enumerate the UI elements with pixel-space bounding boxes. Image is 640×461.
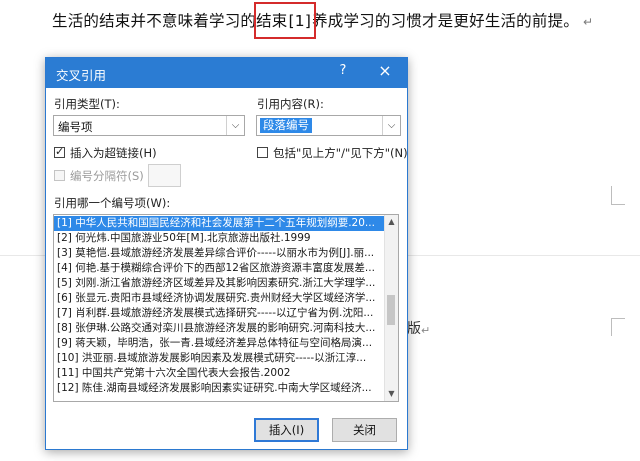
scroll-up-icon[interactable]: ▲ bbox=[385, 215, 398, 229]
scroll-down-icon[interactable]: ▼ bbox=[385, 387, 398, 401]
chevron-down-icon[interactable]: ⌵ bbox=[226, 116, 244, 135]
list-item[interactable]: [7] 肖利群.县域旅游经济发展模式选择研究-----以辽宁省为例.沈阳... bbox=[54, 306, 386, 321]
hyperlink-checkbox[interactable]: ✓ bbox=[54, 145, 65, 158]
paragraph-mark: ↵ bbox=[582, 15, 594, 29]
list-item[interactable]: [12] 陈佳.湖南县域经济发展影响因素实证研究.中南大学区域经济... bbox=[54, 381, 386, 396]
separator-label: 编号分隔符(S) bbox=[70, 169, 144, 183]
above-below-label[interactable]: 包括"见上方"/"见下方"(N) bbox=[273, 145, 408, 161]
margin-corner-mark bbox=[611, 204, 625, 205]
list-item[interactable]: [6] 张显元.贵阳市县域经济协调发展研究.贵州财经大学区域经济学... bbox=[54, 291, 386, 306]
separator-input bbox=[148, 164, 181, 187]
separator-checkbox bbox=[54, 170, 65, 181]
chevron-down-icon[interactable]: ⌵ bbox=[382, 116, 400, 135]
margin-corner-mark bbox=[611, 186, 612, 204]
ref-content-select[interactable]: 段落编号 ⌵ bbox=[256, 115, 401, 136]
list-item[interactable]: [4] 何艳.基于模糊综合评价下的西部12省区旅游资源丰富度发展差... bbox=[54, 261, 386, 276]
list-item[interactable]: [5] 刘刚.浙江省旅游经济区域差异及其影响因素研究.浙江大学理学... bbox=[54, 276, 386, 291]
which-item-label: 引用哪一个编号项(W): bbox=[54, 196, 171, 210]
document-text-line: 生活的结束并不意味着学习的结束[1]养成学习的习惯才是更好生活的前提。 ↵ bbox=[52, 9, 593, 31]
margin-corner-mark bbox=[611, 318, 612, 336]
list-item[interactable]: [10] 洪亚丽.县域旅游发展影响因素及发展模式研究-----以浙江淳... bbox=[54, 351, 386, 366]
doc-text-after: 养成学习的习惯才是更好生活的前提。 bbox=[312, 12, 579, 30]
ref-content-label: 引用内容(R): bbox=[257, 97, 324, 111]
ref-type-label: 引用类型(T): bbox=[54, 97, 120, 111]
list-item[interactable]: [11] 中国共产党第十六次全国代表大会报告.2002 bbox=[54, 366, 386, 381]
doc-text-before: 生活的结束并不意味着学习的结束 bbox=[52, 12, 288, 30]
list-scrollbar[interactable]: ▲ ▼ bbox=[384, 215, 398, 401]
hyperlink-label[interactable]: 插入为超链接(H) bbox=[70, 145, 157, 161]
ref-content-value: 段落编号 bbox=[260, 118, 312, 133]
check-icon: ✓ bbox=[55, 145, 65, 158]
numbered-items-list[interactable]: [1] 中华人民共和国国民经济和社会发展第十二个五年规划纲要.20... [2]… bbox=[53, 214, 399, 402]
help-button[interactable]: ? bbox=[333, 63, 353, 78]
close-icon[interactable]: × bbox=[373, 61, 397, 80]
list-item[interactable]: [2] 何光炜.中国旅游业50年[M].北京旅游出版社.1999 bbox=[54, 231, 386, 246]
dialog-title: 交叉引用 bbox=[56, 68, 107, 83]
cross-reference-dialog: 交叉引用 ? × 引用类型(T): 编号项 ⌵ 引用内容(R): 段落编号 ⌵ … bbox=[45, 57, 408, 450]
list-item[interactable]: [3] 莫艳恺.县域旅游经济发展差异综合评价-----以丽水市为例[J].丽..… bbox=[54, 246, 386, 261]
ref-type-select[interactable]: 编号项 ⌵ bbox=[53, 115, 245, 136]
ref-type-value: 编号项 bbox=[58, 120, 93, 134]
scrollbar-thumb[interactable] bbox=[387, 295, 395, 325]
paragraph-mark: ↵ bbox=[421, 324, 431, 337]
list-item[interactable]: [1] 中华人民共和国国民经济和社会发展第十二个五年规划纲要.20... bbox=[54, 216, 386, 231]
citation-highlight-box bbox=[254, 2, 316, 39]
margin-corner-mark bbox=[611, 318, 625, 319]
above-below-checkbox[interactable] bbox=[257, 147, 268, 158]
list-item[interactable]: [9] 蒋天颖，毕明浩，张一青.县域经济差异总体特征与空间格局演... bbox=[54, 336, 386, 351]
insert-button[interactable]: 插入(I) bbox=[254, 418, 319, 442]
close-button[interactable]: 关闭 bbox=[332, 418, 397, 442]
doc-fragment: 版 bbox=[407, 321, 421, 337]
dialog-titlebar[interactable]: 交叉引用 ? × bbox=[46, 58, 407, 88]
list-item[interactable]: [8] 张伊琳.公路交通对栾川县旅游经济发展的影响研究.河南科技大... bbox=[54, 321, 386, 336]
